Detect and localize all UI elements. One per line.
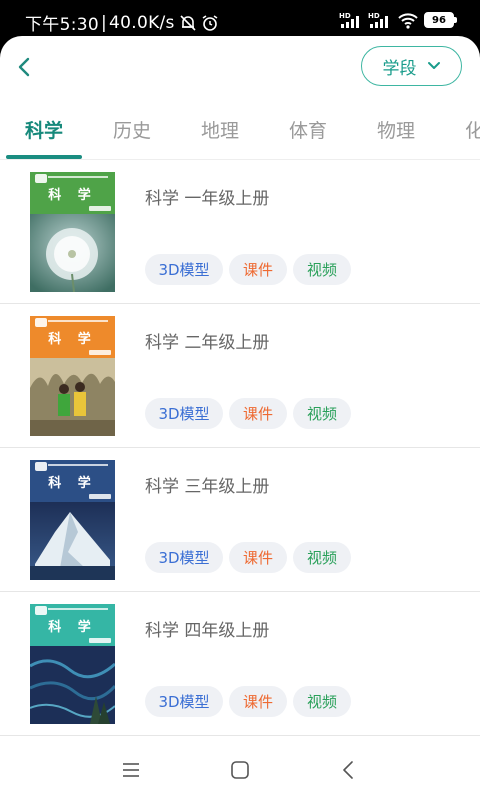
alarm-icon bbox=[202, 14, 218, 31]
battery-icon: 96 bbox=[424, 12, 457, 28]
tag-video[interactable]: 视频 bbox=[293, 398, 351, 429]
status-bar: 下午5:30 | 40.0K/s HD HD 96 bbox=[0, 0, 480, 40]
list-item[interactable]: 科 学 科学 二年级上册 3D模型 课件 视频 bbox=[0, 304, 480, 448]
tab-pe[interactable]: 体育 bbox=[289, 116, 327, 143]
resource-tags: 3D模型 课件 视频 bbox=[145, 254, 351, 285]
tag-3d-model[interactable]: 3D模型 bbox=[145, 542, 223, 573]
book-list: 科 学 科学 一年级上册 3D模型 课件 视频 科 学 科学 二年级上册 3D模… bbox=[0, 160, 480, 736]
battery-level: 96 bbox=[432, 14, 446, 26]
cover-photo bbox=[30, 646, 115, 724]
cover-photo bbox=[30, 358, 115, 436]
stage-select-button[interactable]: 学段 bbox=[361, 46, 462, 86]
wifi-icon bbox=[398, 13, 418, 29]
tag-courseware[interactable]: 课件 bbox=[229, 254, 287, 285]
tag-3d-model[interactable]: 3D模型 bbox=[145, 686, 223, 717]
book-title: 科学 三年级上册 bbox=[145, 477, 270, 497]
home-icon[interactable] bbox=[230, 760, 250, 780]
signal-icon-2: HD bbox=[368, 12, 388, 28]
book-title: 科学 二年级上册 bbox=[145, 333, 270, 353]
tag-video[interactable]: 视频 bbox=[293, 542, 351, 573]
status-left: 下午5:30 | 40.0K/s bbox=[25, 10, 219, 35]
menu-icon[interactable] bbox=[121, 760, 141, 780]
network-speed: 40.0K/s bbox=[109, 12, 175, 33]
status-right: HD HD 96 bbox=[339, 11, 457, 29]
book-cover: 科 学 bbox=[30, 172, 115, 292]
tag-video[interactable]: 视频 bbox=[293, 686, 351, 717]
subject-tabs: 科学 历史 地理 体育 物理 化 bbox=[0, 108, 480, 160]
status-time: 下午5:30 bbox=[25, 15, 99, 35]
svg-text:HD: HD bbox=[339, 12, 351, 20]
cover-title: 科 学 bbox=[48, 188, 97, 203]
bell-off-icon bbox=[180, 14, 196, 31]
tag-courseware[interactable]: 课件 bbox=[229, 686, 287, 717]
tab-history[interactable]: 历史 bbox=[113, 116, 151, 143]
cover-photo bbox=[30, 214, 115, 292]
tag-3d-model[interactable]: 3D模型 bbox=[145, 398, 223, 429]
back-button[interactable] bbox=[10, 50, 38, 84]
book-cover: 科 学 bbox=[30, 460, 115, 580]
resource-tags: 3D模型 课件 视频 bbox=[145, 542, 351, 573]
tab-physics[interactable]: 物理 bbox=[377, 116, 415, 143]
list-item[interactable]: 科 学 科学 四年级上册 3D模型 课件 视频 bbox=[0, 592, 480, 736]
tab-science[interactable]: 科学 bbox=[25, 116, 63, 143]
tag-courseware[interactable]: 课件 bbox=[229, 398, 287, 429]
cover-photo bbox=[30, 502, 115, 580]
tag-courseware[interactable]: 课件 bbox=[229, 542, 287, 573]
system-nav-bar bbox=[0, 740, 480, 800]
svg-text:HD: HD bbox=[368, 12, 380, 20]
cover-title: 科 学 bbox=[48, 332, 97, 347]
book-cover: 科 学 bbox=[30, 316, 115, 436]
tab-chemistry[interactable]: 化 bbox=[465, 116, 480, 143]
book-cover: 科 学 bbox=[30, 604, 115, 724]
tab-geography[interactable]: 地理 bbox=[201, 116, 239, 143]
resource-tags: 3D模型 课件 视频 bbox=[145, 686, 351, 717]
main-sheet: 学段 科学 历史 地理 体育 物理 化 科 学 科学 一年级上册 3D模型 课件… bbox=[0, 36, 480, 800]
stage-select-label: 学段 bbox=[382, 58, 417, 79]
book-title: 科学 一年级上册 bbox=[145, 189, 270, 209]
chevron-down-icon bbox=[427, 62, 440, 69]
chevron-left-icon bbox=[18, 57, 30, 77]
back-icon[interactable] bbox=[340, 760, 356, 780]
signal-icon: HD bbox=[339, 12, 359, 28]
tag-video[interactable]: 视频 bbox=[293, 254, 351, 285]
resource-tags: 3D模型 课件 视频 bbox=[145, 398, 351, 429]
cover-title: 科 学 bbox=[48, 476, 97, 491]
tag-3d-model[interactable]: 3D模型 bbox=[145, 254, 223, 285]
list-item[interactable]: 科 学 科学 一年级上册 3D模型 课件 视频 bbox=[0, 160, 480, 304]
cover-title: 科 学 bbox=[48, 620, 97, 635]
list-item[interactable]: 科 学 科学 三年级上册 3D模型 课件 视频 bbox=[0, 448, 480, 592]
book-title: 科学 四年级上册 bbox=[145, 621, 270, 641]
